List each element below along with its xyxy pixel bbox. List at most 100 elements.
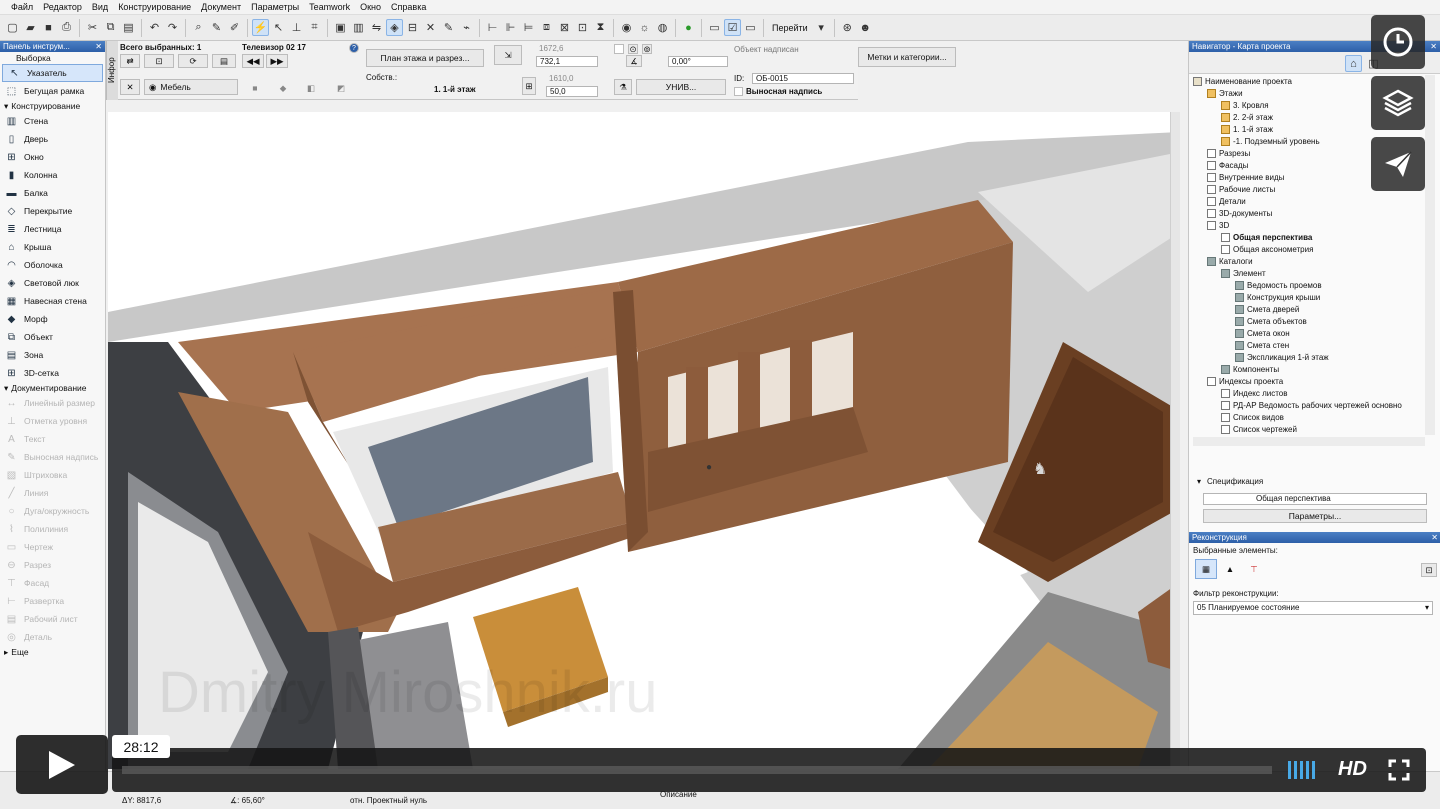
shade-1-icon[interactable]: ■ [248,81,262,95]
measure-icon[interactable]: ⊢ [484,19,501,36]
arrow-tool-icon[interactable]: ↖ [270,19,287,36]
collections-button[interactable] [1371,76,1425,130]
guide-lines-icon[interactable]: ⊥ [288,19,305,36]
menu-file[interactable]: Файл [6,0,38,15]
redo-icon[interactable]: ↷ [164,19,181,36]
paste-icon[interactable]: ▤ [120,19,137,36]
demolish-icon[interactable]: ▲ [1221,561,1239,577]
tree-item[interactable]: Рабочие листы [1207,183,1275,195]
tool-morph[interactable]: ◆ Морф [0,310,105,328]
help-icon[interactable]: ? [349,43,359,53]
tree-item[interactable]: Смета объектов [1235,315,1307,327]
watch-later-button[interactable] [1371,15,1425,69]
id-field[interactable]: ОБ-0015 [752,73,854,84]
angle-field[interactable]: 0,00° [668,56,728,67]
tree-item[interactable]: Список видов [1221,411,1284,423]
tree-hscrollbar[interactable] [1193,437,1425,446]
menu-document[interactable]: Документ [196,0,246,15]
checkbox-icon[interactable] [614,44,624,54]
floor-icon[interactable]: ▤ [212,54,236,68]
tool-mesh[interactable]: ⊞ 3D-сетка [0,364,105,382]
tree-item[interactable]: Каталоги [1207,255,1253,267]
tool-wall[interactable]: ▥ Стена [0,112,105,130]
menu-design[interactable]: Конструирование [113,0,196,15]
width-field-1[interactable]: 1672,6 [536,44,598,55]
print-icon[interactable]: ⎙ [58,19,75,36]
tool-text[interactable]: A Текст [0,430,105,448]
material-icon[interactable]: ◍ [654,19,671,36]
spec-row[interactable]: ▾ Спецификация [1197,477,1263,486]
copy-icon[interactable]: ⧉ [102,19,119,36]
tree-item[interactable]: Общая перспектива [1221,231,1312,243]
close-icon[interactable]: ✕ [1430,41,1437,52]
tree-item[interactable]: Наименование проекта [1193,75,1292,87]
menu-help[interactable]: Справка [386,0,431,15]
x-arrows-icon[interactable]: ✕ [120,79,140,95]
tool-column[interactable]: ▮ Колонна [0,166,105,184]
tree-vscrollbar[interactable] [1425,75,1435,435]
tree-item[interactable]: Смета окон [1235,327,1290,339]
tool-skylight[interactable]: ◈ Световой люк [0,274,105,292]
tool-polyline[interactable]: ⌇ Полилиния [0,520,105,538]
undo-icon[interactable]: ↶ [146,19,163,36]
size-width-icon[interactable]: ⇲ [494,45,522,65]
orbit-icon[interactable]: ⊛ [839,19,856,36]
tree-item[interactable]: Этажи [1207,87,1243,99]
menu-teamwork[interactable]: Teamwork [304,0,355,15]
tool-detail[interactable]: ◎ Деталь [0,628,105,646]
size-height-icon[interactable]: ⊞ [522,77,536,95]
open-file-icon[interactable]: ▰ [22,19,39,36]
cut-icon[interactable]: ✂ [84,19,101,36]
filter-select[interactable]: 05 Планируемое состояние ▾ [1193,601,1433,615]
tool-arc[interactable]: ○ Дуга/окружность [0,502,105,520]
eyedropper-icon[interactable]: ✎ [208,19,225,36]
distribute-icon[interactable]: ⊨ [520,19,537,36]
tool-line[interactable]: ╱ Линия [0,484,105,502]
view-3d-icon[interactable]: ◈ [386,19,403,36]
floor-value[interactable]: 1. 1-й этаж [434,85,476,94]
tool-pointer-arrow[interactable]: ↖ Указатель [2,64,103,82]
more-section-header[interactable]: ▸ Еще [0,646,105,658]
tool-worksheet[interactable]: ▤ Рабочий лист [0,610,105,628]
fullscreen-icon[interactable] [1388,759,1410,781]
lock-icon[interactable]: ⊠ [556,19,573,36]
menu-edit[interactable]: Редактор [38,0,87,15]
snap-icon[interactable]: ⌗ [306,19,323,36]
project-map-icon[interactable]: ⌂ [1345,55,1362,72]
tree-item[interactable]: Компоненты [1221,363,1279,375]
close-x-icon[interactable]: ✕ [422,19,439,36]
infobox-vertical-tab[interactable]: Инфор [106,41,118,100]
tool-fill[interactable]: ▧ Штриховка [0,466,105,484]
goto-button[interactable]: Перейти [768,23,812,33]
tool-elevation[interactable]: ⊤ Фасад [0,574,105,592]
tool-shell[interactable]: ◠ Оболочка [0,256,105,274]
tool-beam[interactable]: ▬ Балка [0,184,105,202]
tool-door[interactable]: ▯ Дверь [0,130,105,148]
chevron-down-icon[interactable]: ▾ [813,19,830,36]
shade-4-icon[interactable]: ◩ [334,81,348,95]
leader-checkbox[interactable] [734,87,743,96]
tree-item[interactable]: 3D-документы [1207,207,1272,219]
layer-dropdown[interactable]: ◉ Мебель [144,79,238,95]
tree-item[interactable]: Индекс листов [1221,387,1288,399]
shade-3-icon[interactable]: ◧ [304,81,318,95]
menu-window[interactable]: Окно [355,0,386,15]
tool-dimension[interactable]: ↔ Линейный размер [0,394,105,412]
tree-item[interactable]: Разрезы [1207,147,1250,159]
section-view-icon[interactable]: ⊟ [404,19,421,36]
tree-item[interactable]: Индексы проекта [1207,375,1283,387]
align-icon[interactable]: ⊩ [502,19,519,36]
tree-item[interactable]: 2. 2-й этаж [1221,111,1273,123]
fill-settings-icon[interactable]: ⚗ [614,79,632,95]
volume-bars-icon[interactable] [1288,761,1315,779]
save-icon[interactable]: ■ [40,19,57,36]
tree-item[interactable]: 3. Кровля [1221,99,1269,111]
tags-categories-button[interactable]: Метки и категории... [858,47,956,67]
width-field-2[interactable]: 732,1 [536,56,598,67]
tree-item[interactable]: Фасады [1207,159,1248,171]
progress-track[interactable] [122,766,1272,774]
shade-2-icon[interactable]: ◆ [276,81,290,95]
window-view-icon[interactable]: ▭ [706,19,723,36]
close-icon[interactable]: ✕ [1431,532,1438,543]
tree-item[interactable]: -1. Подземный уровень [1221,135,1320,147]
